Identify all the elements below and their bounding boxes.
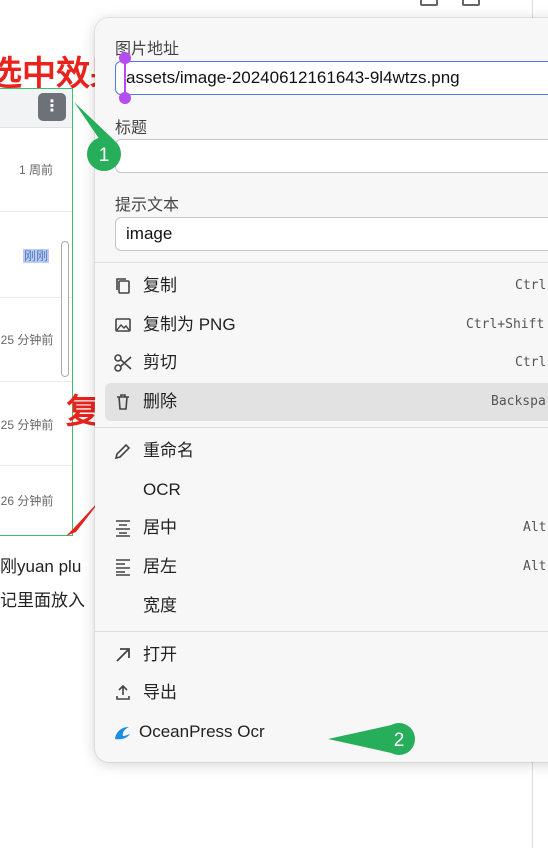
oceanpress-logo-icon [115, 727, 130, 740]
callout-1-label: 1 [99, 145, 110, 166]
scissors-icon [114, 354, 132, 372]
callout-1: 1 [74, 102, 121, 171]
menu-item-copy-png[interactable]: 复制为 PNG Ctrl+Shift [105, 306, 548, 344]
menu-label: 宽度 [143, 596, 177, 615]
menu-item-width[interactable]: 宽度 [105, 587, 548, 625]
menu-label: OCR [143, 480, 181, 499]
image-address-input[interactable]: assets/image-20240612161643-9l4wtzs.png [115, 61, 548, 95]
export-icon [116, 684, 130, 700]
image-context-menu: 图片地址 assets/image-20240612161643-9l4wtzs… [95, 18, 548, 762]
menu-shortcut: Backspa [491, 394, 546, 409]
menu-label: 复制为 PNG [143, 315, 236, 334]
pencil-icon [114, 443, 131, 460]
title-input[interactable] [115, 139, 548, 173]
menu-shortcut: Ctrl [515, 278, 547, 293]
menu-shortcut: Alt [523, 559, 547, 574]
align-center-icon [116, 520, 130, 537]
menu-item-open[interactable]: 打开 [105, 636, 548, 674]
menu-item-delete[interactable]: 删除 Backspa [105, 383, 548, 421]
menu-label: 居中 [143, 518, 177, 537]
menu-item-align-left[interactable]: 居左 Alt [105, 548, 548, 586]
image-block-header: ⋮ [0, 89, 72, 128]
menu-label: 导出 [143, 683, 177, 702]
window-controls [420, 0, 480, 6]
menu-label: 居左 [143, 557, 177, 576]
arrow-up-right-icon [116, 648, 130, 662]
menu-shortcut: Ctrl+Shift [466, 317, 545, 332]
trash-icon [117, 394, 129, 410]
alt-text-input[interactable]: image [115, 217, 548, 251]
menu-item-copy[interactable]: 复制 Ctrl [105, 267, 548, 305]
menu-item-rename[interactable]: 重命名 [105, 432, 548, 470]
image-scrollbar[interactable] [61, 241, 69, 377]
menu-label: 打开 [143, 645, 177, 664]
callout-2: 2 [328, 723, 415, 755]
menu-label: 删除 [143, 392, 177, 411]
menu-label: 重命名 [143, 441, 194, 460]
body-text-line: 刚yuan plu [0, 557, 82, 576]
selected-text: 刚刚 [22, 249, 49, 263]
image-block[interactable]: ⋮ 1 周前 刚刚 25 分钟前 25 分钟前 26 分钟前 [0, 88, 73, 536]
align-left-icon [116, 559, 130, 576]
menu-item-ocr[interactable]: OCR [105, 471, 548, 509]
menu-label: 剪切 [143, 353, 177, 372]
window-icon-1[interactable] [420, 0, 438, 6]
copy-icon [116, 278, 130, 294]
time-cell: 1 周前 [18, 163, 53, 177]
window-icon-2[interactable] [462, 0, 480, 6]
menu-shortcut: Alt [523, 520, 547, 535]
menu-label: OceanPress Ocr [139, 722, 265, 741]
selection-handle-start[interactable] [119, 52, 131, 64]
image-icon [115, 318, 131, 332]
time-cell: 25 分钟前 [0, 418, 54, 432]
menu-item-align-center[interactable]: 居中 Alt [105, 509, 548, 547]
more-menu-icon[interactable]: ⋮ [38, 93, 66, 121]
menu-shortcut: Ctrl [515, 355, 547, 370]
callout-2-label: 2 [394, 730, 405, 751]
body-text-line: 记里面放入 [0, 591, 85, 610]
menu-item-export[interactable]: 导出 [105, 674, 548, 712]
menu-label: 复制 [143, 276, 177, 295]
menu-item-cut[interactable]: 剪切 Ctrl [105, 344, 548, 382]
alt-text-label: 提示文本 [115, 197, 180, 214]
